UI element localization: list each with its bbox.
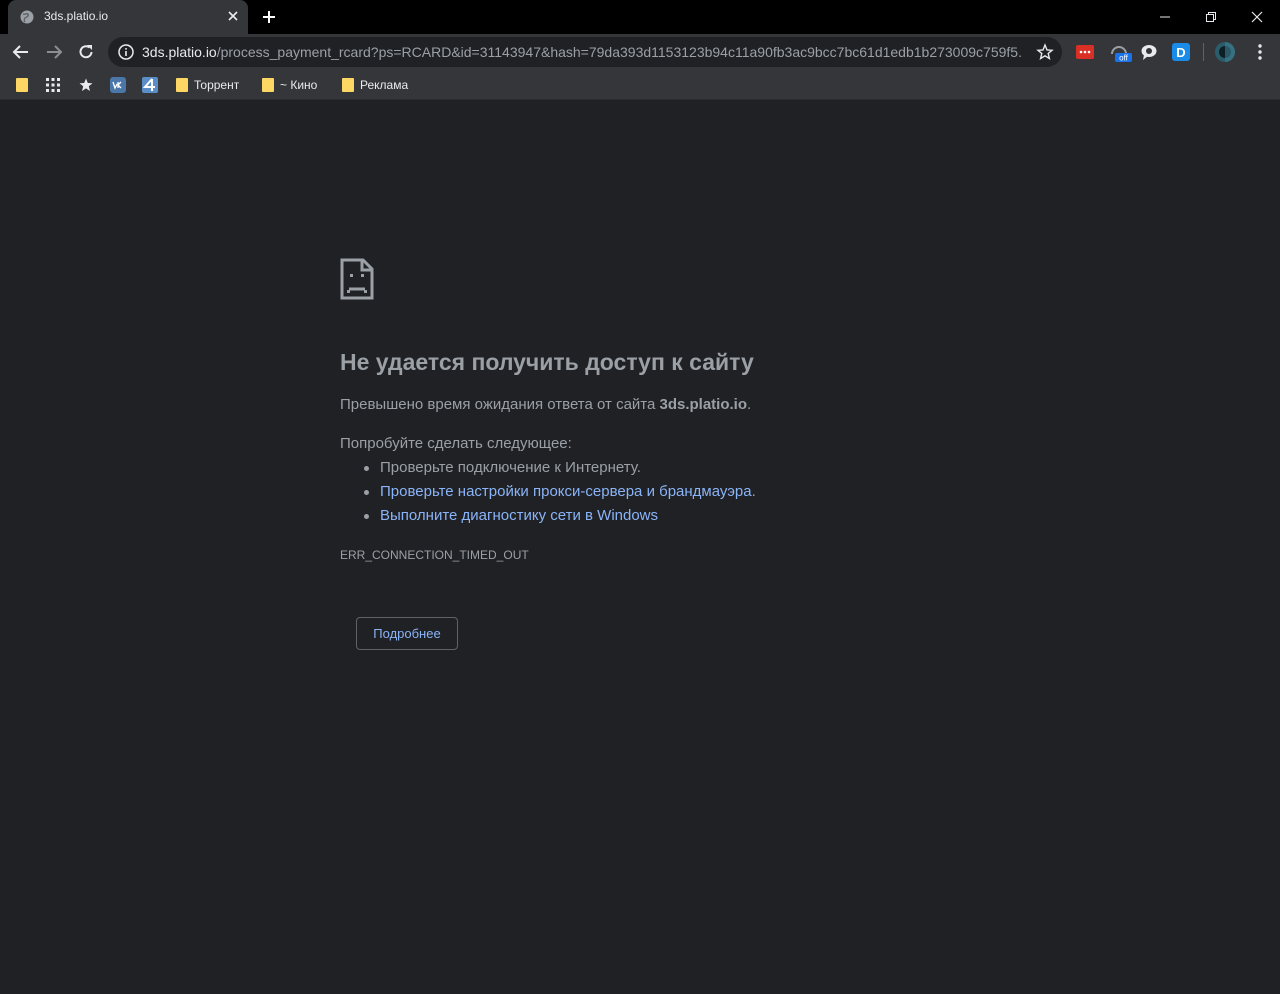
error-description: Превышено время ожидания ответа от сайта… [340, 396, 751, 413]
globe-icon [20, 10, 34, 24]
sad-page-icon [340, 258, 374, 300]
bookmark-label: Реклама [360, 78, 409, 92]
tab-title: 3ds.platio.io [44, 9, 109, 23]
folder-icon [16, 78, 28, 92]
network-diagnostics-link[interactable]: Выполните диагностику сети в Windows [380, 507, 658, 524]
bookmark-star-icon[interactable] [1036, 43, 1054, 61]
browser-tab[interactable]: 3ds.platio.io [8, 0, 248, 34]
off-badge: off [1119, 54, 1129, 63]
error-title: Не удается получить доступ к сайту [340, 349, 754, 375]
title-bar: 3ds.platio.io [0, 0, 1280, 34]
new-tab-icon[interactable] [260, 8, 278, 26]
url-path: /process_payment_rcard?ps=RCARD&id=31143… [216, 44, 1022, 60]
suggestion-suffix: . [751, 483, 756, 500]
restore-button[interactable] [1188, 0, 1234, 34]
dots-extension-icon[interactable] [1075, 42, 1095, 62]
url-text[interactable]: 3ds.platio.io/process_payment_rcard?ps=R… [142, 44, 1022, 60]
close-icon [1251, 11, 1263, 23]
proxy-settings-link[interactable]: Проверьте настройки прокси-сервера и бра… [380, 483, 752, 500]
bookmark-label: ~ Кино [280, 78, 318, 92]
bookmark-vk[interactable] [110, 76, 126, 94]
d-extension-icon: D [1172, 43, 1190, 61]
error-desc-suffix: . [747, 396, 752, 413]
apps-grid-icon [46, 78, 60, 92]
browser-toolbar: 3ds.platio.io/process_payment_rcard?ps=R… [0, 34, 1280, 70]
error-desc-prefix: Превышено время ожидания ответа от сайта [340, 396, 660, 413]
back-arrow-icon [12, 45, 28, 59]
close-tab-icon[interactable] [226, 9, 240, 23]
profile-avatar[interactable] [1214, 41, 1236, 63]
four-pda-icon [142, 77, 158, 93]
suggestions-heading: Попробуйте сделать следующее: [340, 435, 572, 452]
forward-button[interactable] [42, 40, 66, 64]
address-bar[interactable]: 3ds.platio.io/process_payment_rcard?ps=R… [108, 37, 1062, 67]
bookmark-starred[interactable] [79, 76, 93, 94]
suggestion-item: Проверьте подключение к Интернету. [364, 459, 641, 476]
suggestion-text: Проверьте подключение к Интернету. [380, 459, 641, 476]
chat-extension-icon[interactable] [1139, 42, 1159, 62]
star-icon [79, 78, 93, 91]
bullet [364, 490, 369, 495]
details-button[interactable]: Подробнее [356, 617, 458, 650]
info-icon[interactable] [118, 44, 134, 60]
bookmark-4pda[interactable] [142, 76, 158, 94]
back-button[interactable] [9, 40, 33, 64]
error-code: ERR_CONNECTION_TIMED_OUT [340, 548, 529, 562]
bookmark-kino[interactable]: ~ Кино [262, 76, 317, 94]
bookmark-reklama[interactable]: Реклама [342, 76, 408, 94]
bookmark-label: Торрент [194, 78, 240, 92]
d-letter: D [1176, 45, 1185, 60]
d-extension[interactable]: D [1171, 42, 1191, 62]
menu-icon[interactable] [1250, 42, 1270, 62]
apps-shortcut[interactable] [46, 76, 60, 94]
suggestion-item: Проверьте настройки прокси-сервера и бра… [364, 483, 756, 500]
bookmarks-bar: Торрент ~ Кино Реклама [0, 70, 1280, 100]
folder-icon [262, 78, 274, 92]
bullet [364, 514, 369, 519]
bullet [364, 466, 369, 471]
url-host: 3ds.platio.io [142, 44, 217, 60]
reload-icon [79, 45, 93, 59]
minimize-icon [1160, 16, 1170, 18]
vpn-off-extension[interactable]: off [1109, 42, 1133, 63]
bookmark-torrent[interactable]: Торрент [176, 76, 239, 94]
vpn-extension-icon: off [1111, 46, 1132, 63]
reload-button[interactable] [74, 40, 98, 64]
close-window-button[interactable] [1234, 0, 1280, 34]
folder-icon [342, 78, 354, 92]
bookmark-folder-1[interactable] [16, 76, 28, 94]
folder-icon [176, 78, 188, 92]
forward-arrow-icon [47, 45, 63, 59]
error-page: Не удается получить доступ к сайту Превы… [0, 101, 1280, 994]
minimize-button[interactable] [1142, 0, 1188, 34]
vk-icon [110, 77, 126, 93]
restore-icon [1206, 12, 1216, 22]
error-desc-host: 3ds.platio.io [659, 396, 748, 413]
toolbar-divider [1203, 43, 1204, 61]
suggestion-item: Выполните диагностику сети в Windows [364, 507, 658, 524]
